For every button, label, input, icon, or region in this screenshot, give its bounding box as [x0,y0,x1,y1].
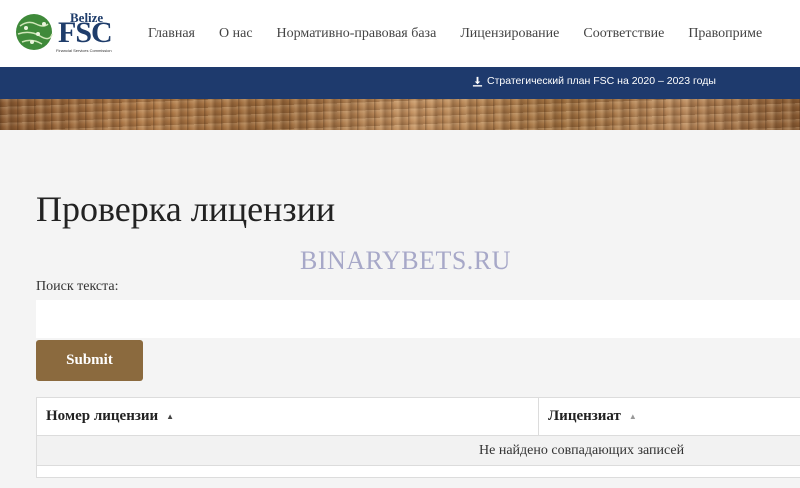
search-input[interactable] [36,300,800,338]
column-header-label: Номер лицензии [46,408,159,424]
logo-fsc-text: FSC [58,16,113,49]
fsc-logo[interactable]: Belize FSC Financial Services Commission [14,8,114,58]
globe-icon [16,14,53,50]
nav-item-enforcement[interactable]: Правоприме [688,26,762,42]
search-label: Поиск текста: [36,279,119,294]
sort-ascending-icon: ▲ [628,412,637,421]
nav-item-regulatory-framework[interactable]: Нормативно-правовая база [277,26,437,42]
nav-item-about[interactable]: О нас [219,26,253,42]
column-header-licensee[interactable]: Лицензиат ▲ [539,398,800,436]
strategic-plan-download-link[interactable]: Стратегический план FSC на 2020 – 2023 г… [472,75,716,87]
sort-ascending-icon: ▲ [166,412,175,421]
watermark-text: BINARYBETS.RU [300,246,511,275]
submit-button[interactable]: Submit [36,340,143,381]
license-table: Номер лицензии ▲ Лицензиат ▲ Не найдено … [36,397,800,478]
download-icon [472,76,483,87]
site-header: Belize FSC Financial Services Commission… [0,0,800,67]
column-header-license-number[interactable]: Номер лицензии ▲ [37,398,539,436]
nav-item-home[interactable]: Главная [148,26,195,42]
nav-item-licensing[interactable]: Лицензирование [460,26,559,42]
strategic-plan-link-label: Стратегический план FSC на 2020 – 2023 г… [487,75,716,87]
main-nav: Главная О нас Нормативно-правовая база Л… [148,26,786,42]
empty-table-row: Не найдено совпадающих записей [37,436,800,466]
top-announcement-bar: Стратегический план FSC на 2020 – 2023 г… [0,67,800,99]
column-header-label: Лицензиат [548,408,621,424]
nav-item-compliance[interactable]: Соответствие [583,26,664,42]
empty-message: Не найдено совпадающих записей [479,443,685,458]
logo-subtitle: Financial Services Commission [56,48,112,53]
wood-banner [0,99,800,130]
page-title: Проверка лицензии [36,189,336,229]
